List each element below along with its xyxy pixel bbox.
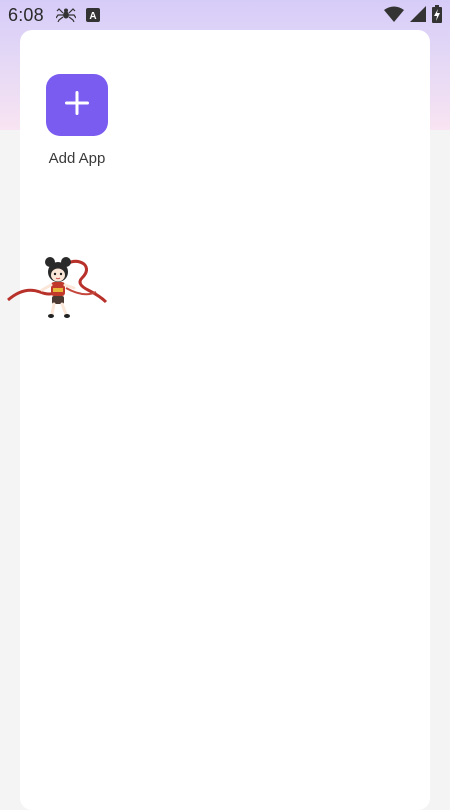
app-grid-card: Add App [20, 30, 430, 810]
keyboard-a-icon: A [86, 8, 100, 27]
add-app-tile[interactable] [46, 74, 108, 136]
status-bar: 6:08 A [0, 0, 450, 30]
status-right-icons [384, 5, 442, 28]
plus-icon [63, 89, 91, 122]
battery-charging-icon [432, 5, 442, 28]
status-time: 6:08 [8, 5, 44, 25]
add-app-label: Add App [48, 150, 106, 167]
spider-icon [55, 6, 77, 27]
floating-character-mascot-icon[interactable] [6, 252, 110, 329]
wifi-icon [384, 6, 404, 27]
add-app-button[interactable]: Add App [46, 74, 108, 167]
cell-signal-icon [410, 6, 426, 27]
keyboard-a-letter: A [89, 11, 96, 22]
